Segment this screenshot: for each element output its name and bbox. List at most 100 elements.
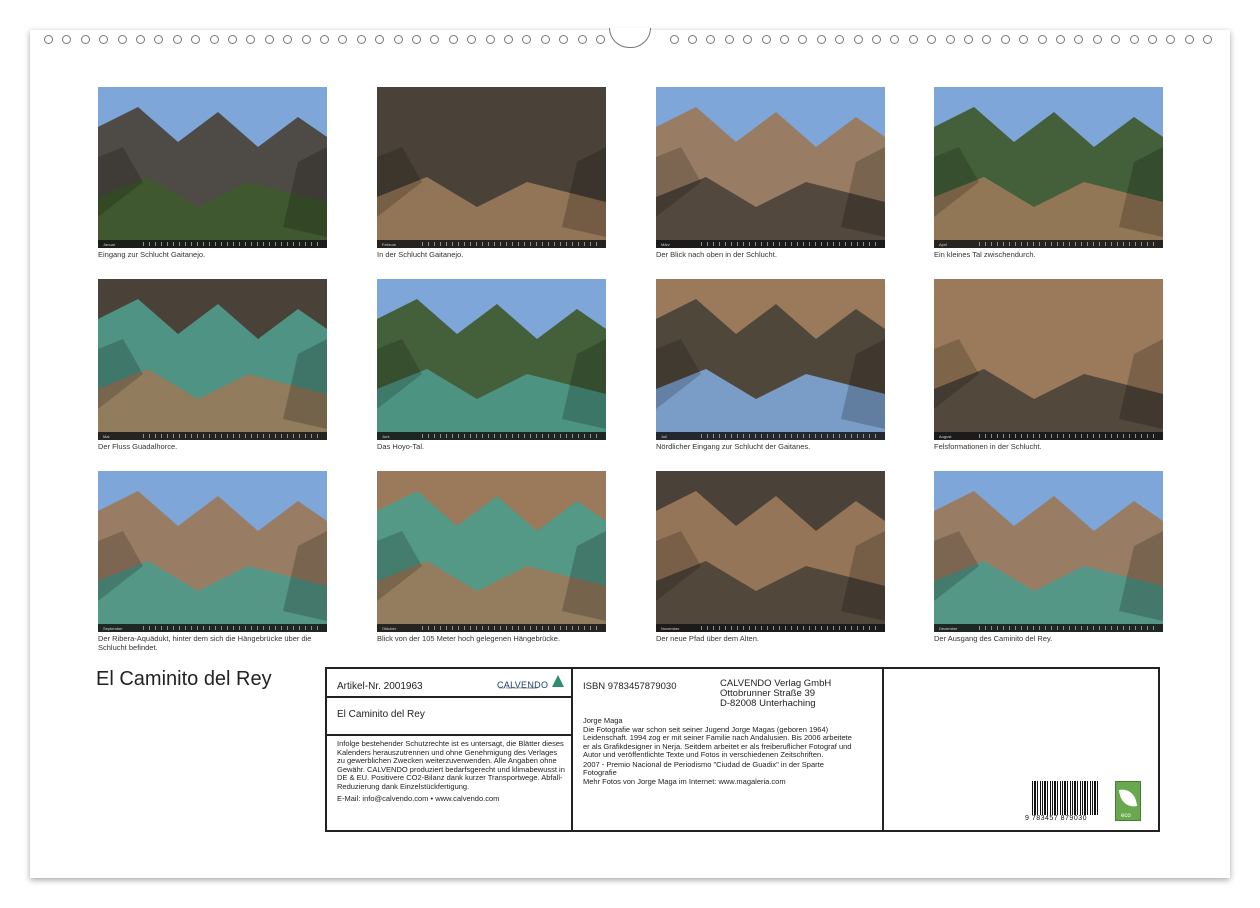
binding-ring [1093,35,1102,44]
binding-ring [265,35,274,44]
photo-caption: Eingang zur Schlucht Gaitanejo. [98,250,206,259]
month-label: September [103,625,123,631]
photo-illustration [377,279,606,440]
photo-caption: In der Schlucht Gaitanejo. [377,250,464,259]
binding-ring [246,35,255,44]
month-label: Juli [661,433,668,439]
photo-caption: Das Hoyo-Tal. [377,442,425,451]
day-ticks [422,434,602,438]
binding-ring [982,35,991,44]
binding-ring [154,35,163,44]
month-photo: Januar [98,87,327,248]
month-strip: August [934,432,1163,440]
binding-ring [1111,35,1120,44]
day-ticks [143,434,323,438]
month-label: August [939,433,952,439]
binding-ring [909,35,918,44]
author-website: Mehr Fotos von Jorge Maga im Internet: w… [583,777,786,786]
binding-ring [1019,35,1028,44]
binding-ring [302,35,311,44]
month-photo: Oktober [377,471,606,632]
binding-ring [688,35,697,44]
binding-ring [1074,35,1083,44]
day-ticks [701,626,881,630]
month-strip: Januar [98,240,327,248]
day-ticks [701,434,881,438]
month-label: April [939,241,948,247]
binding-ring [762,35,771,44]
photo-caption: Nördlicher Eingang zur Schlucht der Gait… [656,442,811,451]
binding-ring [375,35,384,44]
binding-ring [1166,35,1175,44]
month-label: Mai [103,433,110,439]
binding-ring [210,35,219,44]
binding-ring [817,35,826,44]
divider [327,696,571,698]
binding-ring [522,35,531,44]
binding-ring [320,35,329,44]
binding-ring [394,35,403,44]
binding-ring [1148,35,1157,44]
month-label: Januar [103,241,116,247]
binding-ring [872,35,881,44]
photo-caption: Ein kleines Tal zwischendurch. [934,250,1036,259]
month-photo: Februar [377,87,606,248]
divider [882,669,884,830]
binding-ring [467,35,476,44]
binding-ring [228,35,237,44]
binding-ring [191,35,200,44]
barcode-number: 9 783457 879030 [1025,815,1087,822]
month-label: Juni [382,433,390,439]
photo-illustration [656,87,885,248]
binding-ring [578,35,587,44]
binding-ring [449,35,458,44]
binding-ring [486,35,495,44]
photo-illustration [98,87,327,248]
hanger-hook [609,28,651,48]
binding-ring [854,35,863,44]
binding-ring [1185,35,1194,44]
month-strip: Oktober [377,624,606,632]
month-photo: April [934,87,1163,248]
day-ticks [143,626,323,630]
day-ticks [422,626,602,630]
photo-caption: Felsformationen in der Schlucht. [934,442,1042,451]
calvendo-logo: CALVENDO Ihre Kalendermanufaktur [497,675,567,691]
photo-caption: Der Ausgang des Caminito del Rey. [934,634,1053,643]
author-award: 2007 - Premio Nacional de Periodismo "Ci… [583,759,824,778]
month-label: Dezember [939,625,958,631]
binding-ring [81,35,90,44]
binding-ring [118,35,127,44]
photo-illustration [934,471,1163,632]
binding-ring [44,35,53,44]
month-label: Oktober [382,625,397,631]
month-photo: Dezember [934,471,1163,632]
photo-caption: Der neue Pfad über dem Alten. [656,634,759,643]
photo-illustration [934,279,1163,440]
divider [571,669,573,830]
binding-ring [670,35,679,44]
article-number: Artikel-Nr. 2001963 [337,681,423,692]
photo-illustration [934,87,1163,248]
month-photo: Juli [656,279,885,440]
binding-ring [99,35,108,44]
binding-ring [1203,35,1212,44]
day-ticks [422,242,602,246]
month-label: März [661,241,670,247]
day-ticks [701,242,881,246]
photo-illustration [377,471,606,632]
photo-illustration [656,279,885,440]
binding-ring [283,35,292,44]
month-label: Februar [382,241,397,247]
binding-ring [890,35,899,44]
divider [327,734,571,736]
photo-illustration [98,471,327,632]
photo-caption: Blick von der 105 Meter hoch gelegenen H… [377,634,561,643]
binding-ring [706,35,715,44]
month-strip: Dezember [934,624,1163,632]
photo-illustration [98,279,327,440]
binding-ring [964,35,973,44]
binding-ring [62,35,71,44]
month-strip: März [656,240,885,248]
binding-ring [780,35,789,44]
